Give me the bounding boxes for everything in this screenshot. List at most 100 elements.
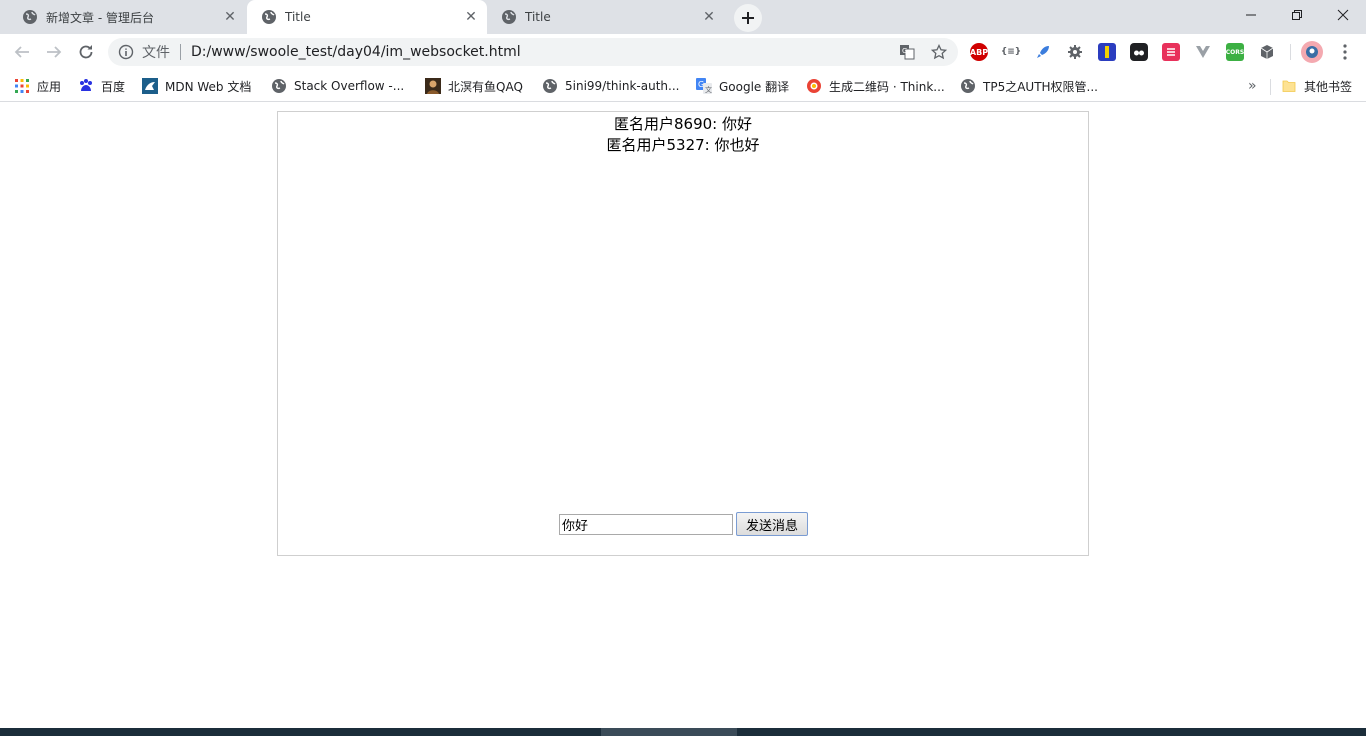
tab-title: Title — [525, 10, 551, 24]
chevron-double-right-icon: » — [1248, 78, 1257, 94]
arrow-left-icon — [14, 46, 29, 58]
bookmark-label: 其他书签 — [1304, 79, 1353, 94]
tampermonkey-glyph — [1134, 50, 1144, 56]
os-taskbar — [0, 728, 1366, 736]
cors-icon[interactable]: CORS — [1226, 43, 1244, 61]
bookmark-google-translate[interactable]: G文 Google 翻译 — [696, 76, 789, 96]
divider — [180, 44, 181, 60]
bookmark-label: Stack Overflow -... — [294, 79, 405, 93]
bookmark-qrcode[interactable]: 生成二维码 · Think... — [806, 76, 945, 96]
svg-text:文: 文 — [705, 85, 712, 94]
url-text: D:/www/swoole_test/day04/im_websocket.ht… — [191, 44, 521, 60]
close-icon — [1337, 9, 1349, 21]
close-icon[interactable]: ✕ — [701, 9, 717, 25]
cors-label: CORS — [1225, 48, 1245, 56]
plus-icon — [742, 12, 754, 24]
adblock-label: ABP — [969, 47, 989, 57]
postman-glyph — [1167, 48, 1175, 56]
mdn-icon — [142, 78, 158, 94]
json-viewer-label: {≡} — [1000, 47, 1022, 57]
info-icon[interactable] — [118, 44, 134, 60]
bookmark-mdn[interactable]: MDN Web 文档 — [142, 76, 251, 96]
bookmark-label: TP5之AUTH权限管... — [983, 79, 1098, 94]
cube-extension-icon[interactable] — [1258, 43, 1276, 61]
bookmark-apps[interactable]: 应用 — [14, 76, 61, 96]
translate-icon[interactable]: G — [899, 44, 915, 60]
qr-site-icon — [807, 79, 821, 93]
json-viewer-icon[interactable]: {≡} — [1000, 43, 1022, 61]
postman-icon[interactable] — [1162, 43, 1180, 61]
globe-icon — [961, 79, 975, 93]
profile-avatar[interactable] — [1301, 41, 1323, 63]
send-message-button[interactable]: 发送消息 — [736, 512, 808, 536]
globe-icon — [23, 10, 37, 24]
bookmark-other[interactable]: 其他书签 — [1281, 76, 1352, 96]
star-icon[interactable] — [931, 44, 947, 60]
bookmark-label: 生成二维码 · Think... — [829, 79, 945, 94]
tab-3[interactable]: Title ✕ — [487, 2, 725, 32]
tab-1[interactable]: 新增文章 - 管理后台 ✕ — [8, 2, 246, 32]
apps-grid-icon — [15, 79, 29, 93]
globe-icon — [502, 10, 516, 24]
forward-button[interactable] — [40, 38, 68, 66]
bookmark-label: 北溟有鱼QAQ — [448, 79, 523, 94]
bookmark-label: 百度 — [101, 79, 126, 94]
taskbar-active-app[interactable] — [601, 728, 737, 736]
adblock-icon[interactable]: ABP — [970, 43, 988, 61]
tab-strip: 新增文章 - 管理后台 ✕ Title ✕ Title ✕ — [0, 0, 1366, 34]
tab-2[interactable]: Title ✕ — [247, 0, 487, 34]
menu-button[interactable] — [1336, 43, 1354, 61]
vue-glyph — [1196, 46, 1210, 58]
bookmark-label: 应用 — [37, 79, 62, 94]
rocket-glyph — [1037, 46, 1049, 58]
message-input[interactable] — [559, 514, 733, 535]
tab-title: 新增文章 - 管理后台 — [46, 10, 154, 25]
close-icon[interactable]: ✕ — [222, 9, 238, 25]
new-tab-button[interactable] — [734, 4, 762, 32]
ruler-glyph — [1105, 46, 1109, 58]
reload-button[interactable] — [72, 38, 100, 66]
minimize-icon — [1246, 14, 1256, 16]
ruler-extension-icon[interactable] — [1098, 43, 1116, 61]
chat-box: 匿名用户8690: 你好 匿名用户5327: 你也好 发送消息 — [277, 111, 1089, 556]
message-list: 匿名用户8690: 你好 匿名用户5327: 你也好 — [278, 114, 1088, 156]
cube-glyph — [1260, 45, 1274, 59]
restore-icon — [1292, 10, 1302, 20]
svg-text:G: G — [902, 47, 907, 55]
bookmarks-overflow-button[interactable]: » — [1248, 76, 1257, 96]
restore-button[interactable] — [1274, 0, 1320, 30]
globe-icon — [543, 79, 557, 93]
rocket-icon[interactable] — [1034, 43, 1052, 61]
tampermonkey-icon[interactable] — [1130, 43, 1148, 61]
close-icon[interactable]: ✕ — [463, 9, 479, 25]
google-translate-icon: G文 — [696, 78, 712, 94]
globe-icon — [262, 10, 276, 24]
globe-icon — [272, 79, 286, 93]
gear-extension-icon[interactable] — [1066, 43, 1084, 61]
folder-icon — [1282, 80, 1296, 92]
scheme-label: 文件 — [142, 45, 170, 61]
avatar-icon — [425, 78, 441, 94]
chat-message: 匿名用户8690: 你好 — [614, 115, 752, 133]
bookmark-stackoverflow[interactable]: Stack Overflow -... — [271, 76, 404, 96]
bookmark-label: 5ini99/think-auth... — [565, 79, 680, 93]
bookmark-label: MDN Web 文档 — [165, 79, 252, 94]
avatar-icon — [1306, 46, 1318, 58]
gear-glyph — [1068, 45, 1082, 59]
bookmark-beiming[interactable]: 北溟有鱼QAQ — [425, 76, 523, 96]
arrow-right-icon — [47, 46, 62, 58]
address-bar[interactable]: 文件 D:/www/swoole_test/day04/im_websocket… — [108, 38, 958, 66]
bookmark-label: Google 翻译 — [719, 79, 790, 94]
reload-icon — [79, 45, 93, 59]
close-window-button[interactable] — [1320, 0, 1366, 30]
bookmark-baidu[interactable]: 百度 — [78, 76, 125, 96]
vue-devtools-icon[interactable] — [1194, 43, 1212, 61]
bookmarks-bar: 应用 百度 MDN Web 文档 Stack Overflow -... 北溟有… — [0, 70, 1366, 102]
more-vert-icon — [1343, 44, 1347, 60]
minimize-button[interactable] — [1228, 0, 1274, 30]
baidu-icon — [80, 79, 92, 91]
toolbar-divider — [1290, 44, 1291, 60]
bookmark-tp5-auth[interactable]: TP5之AUTH权限管... — [960, 76, 1098, 96]
back-button[interactable] — [8, 38, 36, 66]
bookmark-think-auth[interactable]: 5ini99/think-auth... — [542, 76, 679, 96]
